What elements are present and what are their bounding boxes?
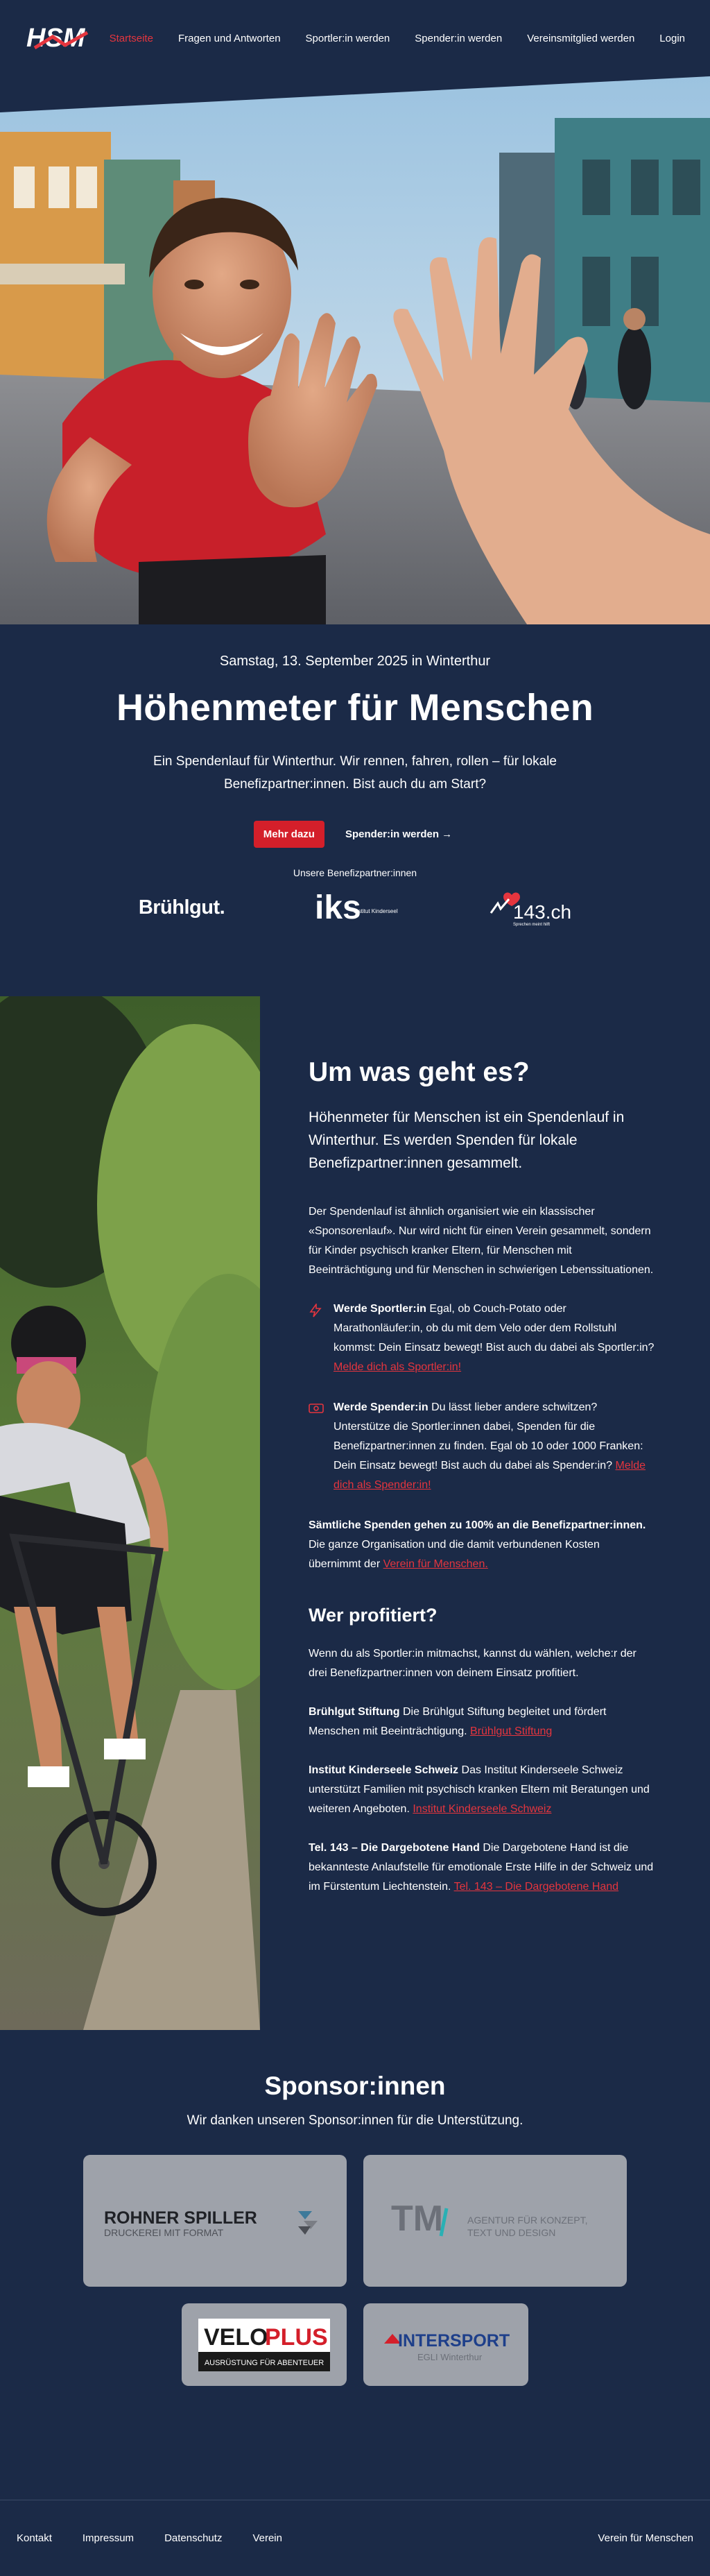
nav-item-faq[interactable]: Fragen und Antworten <box>178 33 281 44</box>
beneficiary-143: Tel. 143 – Die Dargebotene Hand Die Darg… <box>309 1842 654 1893</box>
footer-link-datenschutz[interactable]: Datenschutz <box>164 2532 222 2544</box>
svg-text:AUSRÜSTUNG FÜR ABENTEUER: AUSRÜSTUNG FÜR ABENTEUER <box>205 2359 324 2367</box>
beneficiaries-heading: Wer profitiert? <box>309 1605 438 1626</box>
nav-item-become-donor[interactable]: Spender:in werden <box>415 33 502 44</box>
nav-item-become-athlete[interactable]: Sportler:in werden <box>306 33 390 44</box>
svg-text:AGENTUR FÜR KONZEPT,: AGENTUR FÜR KONZEPT, <box>467 2214 587 2226</box>
hero-actions: Mehr dazu Spender:in werden → <box>55 821 655 848</box>
sponsor-row-1: ROHNER SPILLER DRUCKEREI MIT FORMAT TM A… <box>0 2155 710 2287</box>
event-date: Samstag, 13. September 2025 in Winterthu… <box>219 654 491 669</box>
event-intro: Samstag, 13. September 2025 in Winterthu… <box>0 624 710 996</box>
beneficiaries-intro: Wenn du als Sportler:in mitmachst, kanns… <box>309 1648 637 1679</box>
svg-text:ROHNER SPILLER: ROHNER SPILLER <box>104 2208 257 2228</box>
about-paragraph: Der Spendenlauf ist ähnlich organisiert … <box>309 1206 654 1276</box>
association-link[interactable]: Verein für Menschen. <box>383 1558 488 1570</box>
sponsor-tm[interactable]: TM AGENTUR FÜR KONZEPT, TEXT UND DESIGN <box>363 2155 627 2287</box>
bruehlgut-logo[interactable]: Brühlgut. <box>139 888 225 927</box>
register-athlete-link[interactable]: Melde dich als Sportler:in! <box>334 1361 461 1373</box>
page-footer: Kontakt Impressum Datenschutz Verein Ver… <box>0 2500 710 2576</box>
partner-logos: Brühlgut. iks Institut Kinderseele Schwe… <box>55 888 655 996</box>
svg-text:VELO: VELO <box>204 2324 268 2351</box>
cyclist-image <box>0 996 260 2030</box>
feature-donor-text: Werde Spender:in Du lässt lieber andere … <box>334 1401 646 1491</box>
svg-text:PLUS: PLUS <box>265 2324 328 2351</box>
footer-association-link[interactable]: Verein für Menschen <box>598 2532 693 2544</box>
more-info-button[interactable]: Mehr dazu <box>253 821 324 848</box>
lightning-icon <box>309 1299 324 1377</box>
svg-text:DRUCKEREI MIT FORMAT: DRUCKEREI MIT FORMAT <box>104 2227 224 2238</box>
money-icon <box>309 1398 324 1495</box>
footer-link-kontakt[interactable]: Kontakt <box>17 2532 52 2544</box>
sponsor-intersport[interactable]: INTERSPORT EGLI Winterthur <box>363 2303 528 2386</box>
beneficiary-bruehlgut: Brühlgut Stiftung Die Brühlgut Stiftung … <box>309 1706 607 1737</box>
about-heading: Um was geht es? <box>309 1057 530 1087</box>
sponsor-rohner-spiller[interactable]: ROHNER SPILLER DRUCKEREI MIT FORMAT <box>83 2155 347 2287</box>
feature-athlete-text: Werde Sportler:in Egal, ob Couch-Potato … <box>334 1303 655 1373</box>
about-content: Um was geht es? Höhenmeter für Menschen … <box>260 996 710 2030</box>
143-logo[interactable]: 143.ch Sprechen meint hilft <box>488 888 571 927</box>
kinderseele-link[interactable]: Institut Kinderseele Schweiz <box>413 1803 551 1815</box>
top-navigation: HSM Startseite Fragen und Antworten Spor… <box>0 0 710 76</box>
footer-links: Kontakt Impressum Datenschutz Verein <box>17 2532 282 2544</box>
svg-text:Sprechen meint hilft: Sprechen meint hilft <box>513 923 550 927</box>
svg-text:Institut Kinderseele Schweiz: Institut Kinderseele Schweiz <box>354 908 398 914</box>
nav-item-become-member[interactable]: Vereinsmitglied werden <box>527 33 634 44</box>
svg-text:TM: TM <box>391 2199 443 2239</box>
feature-donor: Werde Spender:in Du lässt lieber andere … <box>309 1398 655 1495</box>
hero-image <box>0 76 710 624</box>
sponsor-veloplus[interactable]: VELO PLUS AUSRÜSTUNG FÜR ABENTEUER <box>182 2303 347 2386</box>
143-link[interactable]: Tel. 143 – Die Dargebotene Hand <box>454 1881 619 1893</box>
beneficiary-kinderseele: Institut Kinderseele Schweiz Das Institu… <box>309 1764 650 1815</box>
svg-text:TEXT UND DESIGN: TEXT UND DESIGN <box>467 2227 555 2238</box>
partners-heading: Unsere Benefizpartner:innen <box>293 867 417 878</box>
footer-link-impressum[interactable]: Impressum <box>83 2532 134 2544</box>
kinderseele-logo[interactable]: iks Institut Kinderseele Schweiz <box>315 888 398 927</box>
sponsor-row-2: VELO PLUS AUSRÜSTUNG FÜR ABENTEUER INTER… <box>0 2303 710 2386</box>
svg-text:143.ch: 143.ch <box>513 901 571 923</box>
become-donor-button[interactable]: Spender:in werden → <box>341 821 456 848</box>
sponsors-section: Sponsor:innen Wir danken unseren Sponsor… <box>0 2030 710 2500</box>
donations-note: Sämtliche Spenden gehen zu 100% an die B… <box>309 1519 646 1570</box>
about-section: Um was geht es? Höhenmeter für Menschen … <box>0 996 710 2030</box>
event-description: Ein Spendenlauf für Winterthur. Wir renn… <box>153 754 557 792</box>
bruehlgut-link[interactable]: Brühlgut Stiftung <box>470 1725 552 1737</box>
nav-item-login[interactable]: Login <box>659 33 685 44</box>
site-logo[interactable]: HSM <box>25 22 92 55</box>
sponsors-subtitle: Wir danken unseren Sponsor:innen für die… <box>187 2113 523 2128</box>
svg-text:EGLI Winterthur: EGLI Winterthur <box>417 2352 483 2362</box>
page-title: Höhenmeter für Menschen <box>116 687 594 728</box>
svg-text:INTERSPORT: INTERSPORT <box>398 2331 510 2351</box>
footer-link-verein[interactable]: Verein <box>252 2532 282 2544</box>
about-lead: Höhenmeter für Menschen ist ein Spendenl… <box>309 1109 625 1171</box>
nav-item-startseite[interactable]: Startseite <box>110 33 153 44</box>
main-menu: Startseite Fragen und Antworten Sportler… <box>110 33 685 44</box>
feature-athlete: Werde Sportler:in Egal, ob Couch-Potato … <box>309 1299 655 1377</box>
sponsors-heading: Sponsor:innen <box>264 2072 446 2100</box>
